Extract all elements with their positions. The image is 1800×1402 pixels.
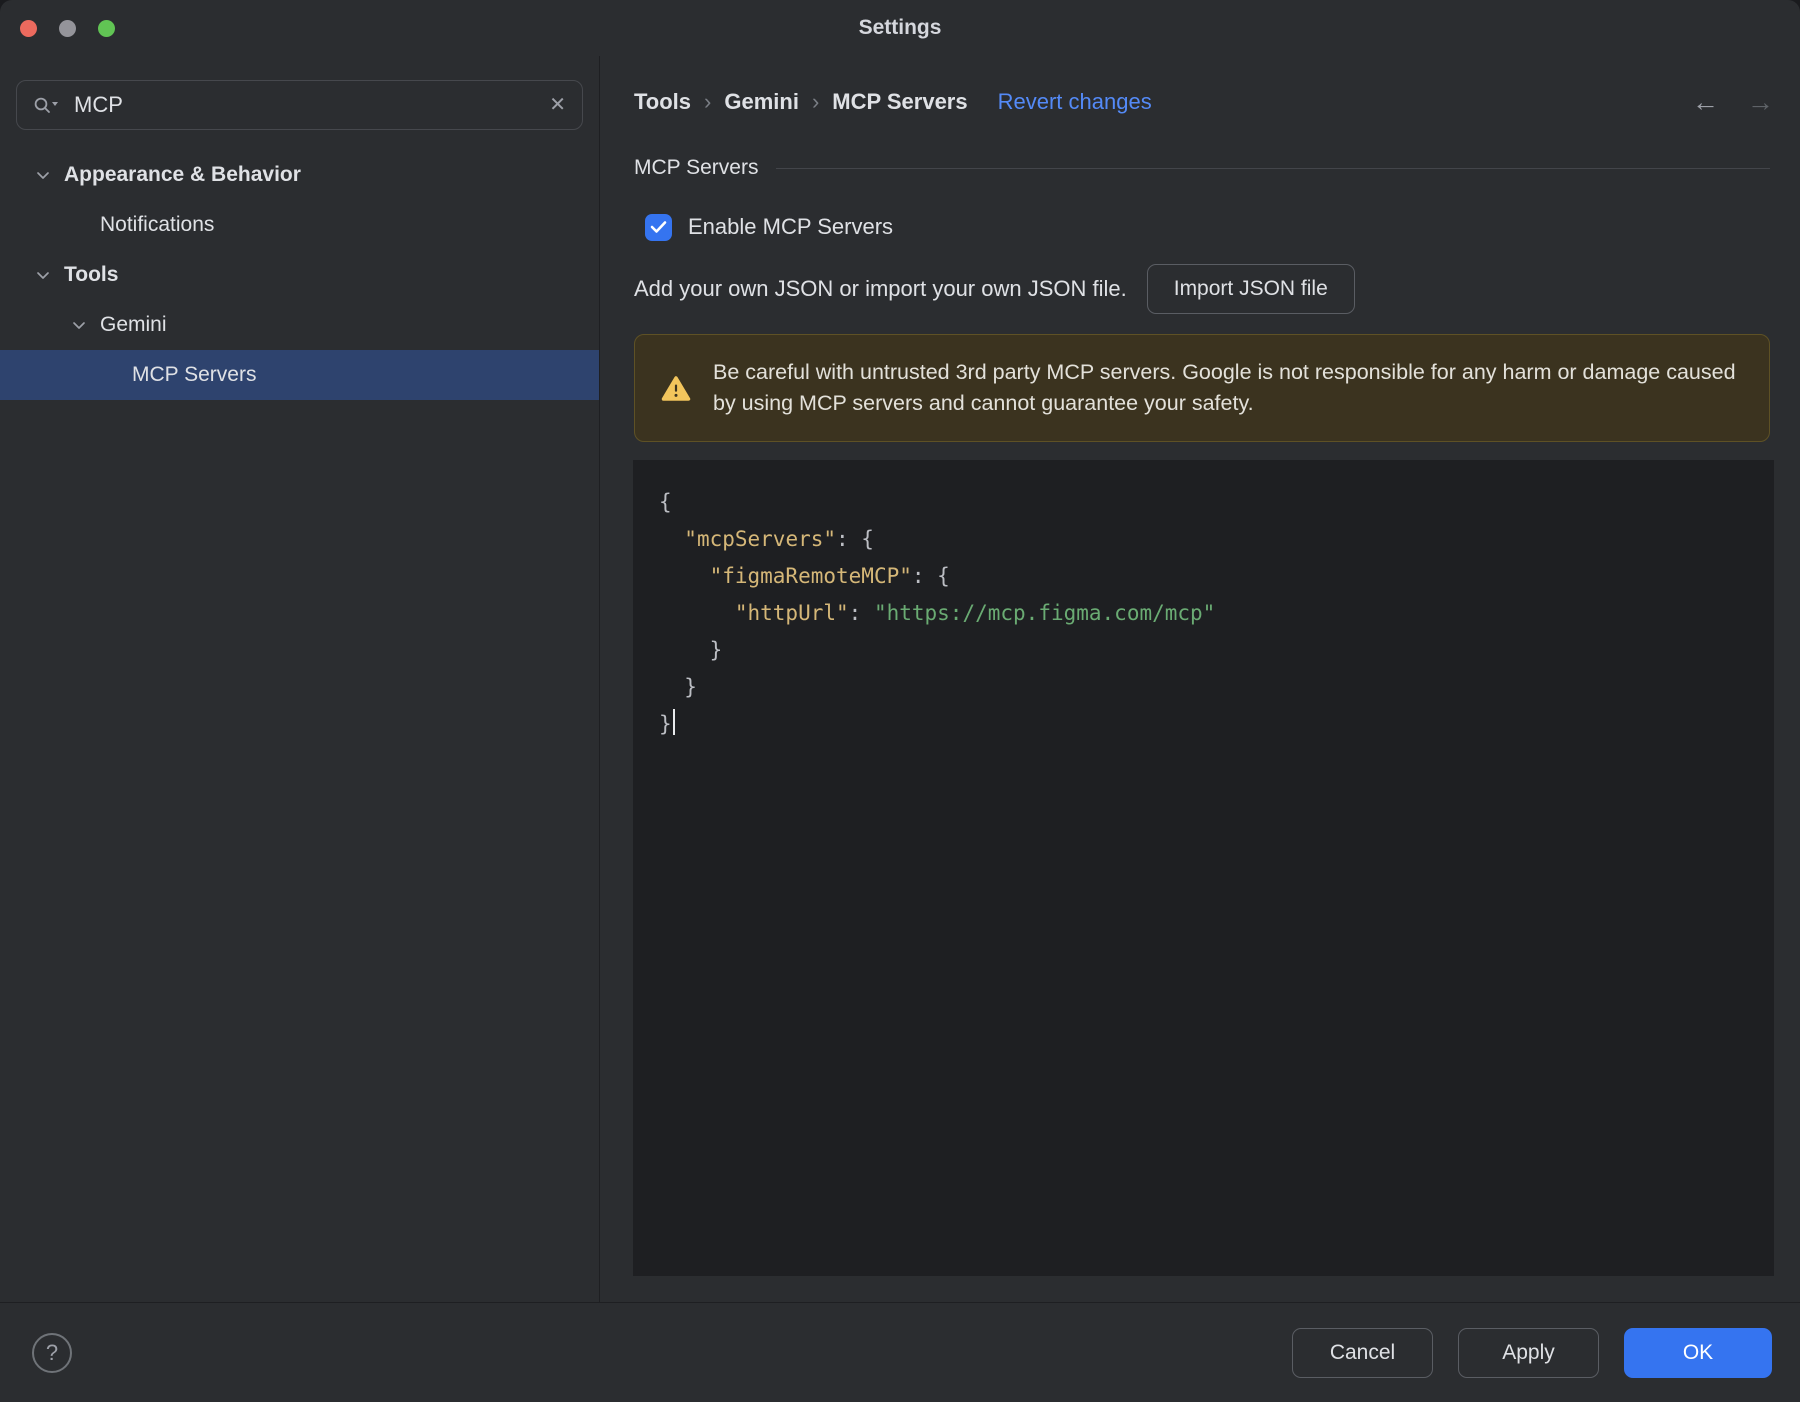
footer: ? Cancel Apply OK [0, 1302, 1800, 1402]
cancel-button[interactable]: Cancel [1292, 1327, 1433, 1378]
clear-search-icon[interactable]: ✕ [549, 95, 566, 115]
chevron-down-icon[interactable] [72, 318, 86, 332]
search-icon [33, 96, 61, 114]
json-editor-code: { "mcpServers": { "figmaRemoteMCP": { "h… [633, 460, 1774, 743]
sidebar-item-label: Tools [64, 263, 119, 286]
revert-changes-link[interactable]: Revert changes [998, 89, 1152, 115]
close-button[interactable] [20, 19, 37, 37]
json-editor[interactable]: { "mcpServers": { "figmaRemoteMCP": { "h… [633, 460, 1774, 1276]
chevron-down-icon[interactable] [36, 268, 50, 282]
warning-text: Be careful with untrusted 3rd party MCP … [713, 360, 1736, 415]
breadcrumb-item-mcp-servers: MCP Servers [832, 89, 968, 114]
enable-mcp-label: Enable MCP Servers [688, 214, 894, 239]
breadcrumb: Tools › Gemini › MCP Servers Revert chan… [601, 80, 1800, 124]
code-token: } [659, 675, 697, 699]
settings-search-field[interactable]: ✕ [16, 80, 583, 130]
code-line: { [659, 484, 1774, 521]
code-token: : { [911, 564, 950, 588]
code-line: } [659, 669, 1774, 706]
sidebar-item-gemini[interactable]: Gemini [0, 300, 599, 350]
section-header: MCP Servers [634, 146, 1770, 190]
code-token: "httpUrl" [734, 601, 849, 625]
help-button[interactable]: ? [32, 1332, 72, 1373]
code-line: } [659, 706, 1774, 743]
traffic-lights [20, 0, 115, 56]
minimize-button[interactable] [59, 19, 76, 37]
text-cursor [672, 709, 675, 735]
sidebar-item-label: Notifications [100, 213, 215, 236]
sidebar-item-tools[interactable]: Tools [0, 250, 599, 300]
history-nav: ← → [1692, 88, 1774, 116]
chevron-down-icon[interactable] [36, 168, 50, 182]
sidebar-item-appearance-behavior[interactable]: Appearance & Behavior [0, 150, 599, 200]
import-json-file-button[interactable]: Import JSON file [1146, 264, 1355, 314]
code-token: "figmaRemoteMCP" [709, 564, 912, 588]
code-token: "mcpServers" [684, 527, 837, 551]
search-input[interactable] [74, 92, 537, 118]
settings-content: Tools › Gemini › MCP Servers Revert chan… [601, 56, 1800, 1302]
breadcrumb-item-tools[interactable]: Tools [634, 89, 691, 115]
section-title: MCP Servers [634, 156, 759, 179]
code-line: "mcpServers": { [659, 521, 1774, 558]
enable-mcp-checkbox[interactable] [645, 213, 672, 241]
code-line: "httpUrl": "https://mcp.figma.com/mcp" [659, 595, 1774, 632]
warning-banner: Be careful with untrusted 3rd party MCP … [634, 334, 1770, 442]
window-title: Settings [858, 16, 942, 39]
sidebar: ✕ Appearance & Behavior Notifications To… [0, 56, 600, 1302]
breadcrumb-separator: › [704, 89, 712, 114]
code-line: "figmaRemoteMCP": { [659, 558, 1774, 595]
enable-mcp-row[interactable]: Enable MCP Servers [634, 202, 1800, 252]
code-token: } [659, 712, 672, 736]
sidebar-item-mcp-servers[interactable]: MCP Servers [0, 350, 599, 400]
apply-button[interactable]: Apply [1458, 1327, 1599, 1378]
footer-buttons: Cancel Apply OK [1292, 1327, 1772, 1378]
code-token: } [659, 638, 723, 662]
settings-window: Settings ✕ Appearance & Behavior [0, 0, 1800, 1402]
breadcrumb-separator: › [811, 89, 820, 114]
titlebar: Settings [0, 0, 1800, 56]
forward-arrow-icon[interactable]: → [1747, 88, 1774, 116]
code-line: } [659, 632, 1774, 669]
sidebar-item-label: MCP Servers [132, 363, 257, 386]
code-token: { [659, 490, 672, 514]
zoom-button[interactable] [98, 19, 115, 37]
import-row: Add your own JSON or import your own JSO… [634, 264, 1770, 314]
sidebar-item-notifications[interactable]: Notifications [0, 200, 599, 250]
sidebar-item-label: Appearance & Behavior [64, 163, 301, 186]
breadcrumb-item-gemini[interactable]: Gemini [724, 89, 799, 115]
import-json-text: Add your own JSON or import your own JSO… [634, 276, 1127, 301]
section-divider [776, 167, 1770, 169]
code-token: : [848, 601, 874, 625]
code-token: : { [836, 527, 874, 551]
warning-icon [661, 375, 691, 402]
code-token: "https://mcp.figma.com/mcp" [873, 601, 1216, 625]
settings-tree: Appearance & Behavior Notifications Tool… [0, 150, 599, 400]
ok-button[interactable]: OK [1624, 1327, 1772, 1378]
sidebar-item-label: Gemini [100, 313, 167, 336]
back-arrow-icon[interactable]: ← [1692, 88, 1719, 116]
